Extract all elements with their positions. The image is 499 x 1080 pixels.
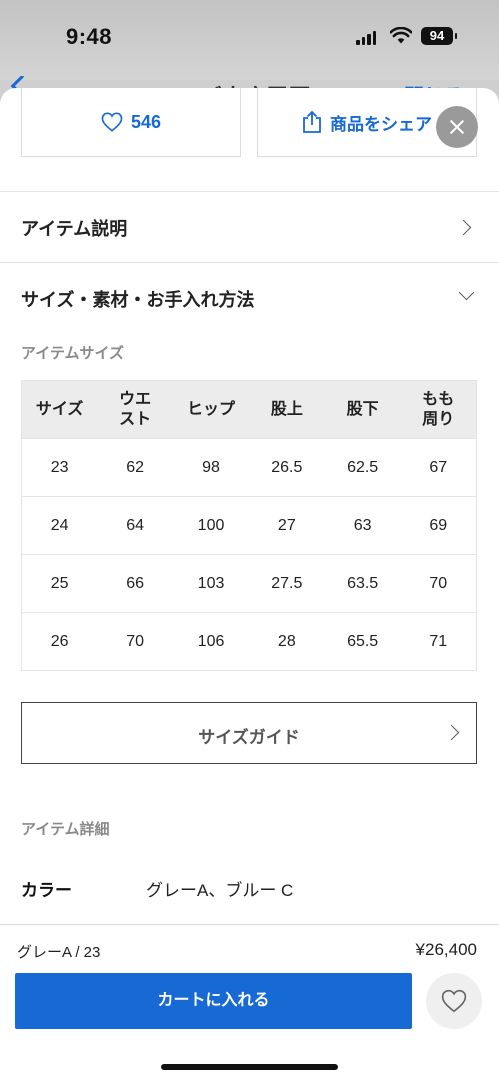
header-waist: ウエスト: [97, 380, 174, 439]
chevron-down-icon: [458, 284, 475, 301]
header-inseam: 股下: [324, 380, 401, 439]
size-guide-label: サイズガイド: [198, 728, 300, 747]
table-cell: 27.5: [248, 554, 325, 613]
add-to-cart-button[interactable]: カートに入れる: [15, 973, 412, 1029]
table-cell: 65.5: [324, 612, 401, 671]
chevron-right-icon: [455, 219, 472, 236]
table-cell: 64: [97, 496, 174, 555]
favorite-button[interactable]: [426, 973, 482, 1029]
table-cell: 23: [21, 438, 98, 497]
price: ¥26,400: [415, 940, 477, 959]
table-cell: 24: [21, 496, 98, 555]
table-cell: 62: [97, 438, 174, 497]
table-cell: 70: [400, 554, 477, 613]
status-time: 9:48: [66, 24, 113, 49]
size-guide-button[interactable]: サイズガイド: [21, 702, 477, 764]
table-row: 24 64 100 27 63 69: [21, 496, 477, 555]
header-rise: 股上: [248, 380, 325, 439]
selected-variant: グレーA / 23: [17, 944, 101, 961]
table-row: 23 62 98 26.5 62.5 67: [21, 438, 477, 497]
size-table: サイズ ウエスト ヒップ 股上 股下 もも周り 23 62 98 26.5 62…: [21, 380, 477, 671]
item-details-heading: アイテム詳細: [21, 821, 110, 838]
table-cell: 26: [21, 612, 98, 671]
item-description-row[interactable]: アイテム説明: [0, 192, 499, 262]
header-hip: ヒップ: [173, 380, 249, 439]
table-cell: 98: [173, 438, 249, 497]
color-label: カラー: [21, 881, 72, 900]
size-material-care-row[interactable]: サイズ・素材・お手入れ方法: [0, 263, 499, 333]
home-indicator: [161, 1064, 338, 1070]
table-cell: 69: [400, 496, 477, 555]
table-cell: 106: [173, 612, 249, 671]
color-value: グレーA、ブルー C: [146, 881, 294, 900]
table-row: 26 70 106 28 65.5 71: [21, 612, 477, 671]
share-icon: [303, 110, 321, 133]
heart-icon: [101, 112, 123, 132]
table-cell: 67: [400, 438, 477, 497]
item-description-label: アイテム説明: [21, 219, 128, 239]
close-button[interactable]: [436, 106, 478, 148]
status-bar: 9:48 94: [0, 0, 499, 80]
wifi-icon: [390, 27, 412, 44]
size-material-care-label: サイズ・素材・お手入れ方法: [21, 290, 255, 310]
header-size: サイズ: [21, 380, 98, 439]
table-cell: 103: [173, 554, 249, 613]
table-cell: 63: [324, 496, 401, 555]
table-cell: 63.5: [324, 554, 401, 613]
table-cell: 70: [97, 612, 174, 671]
table-cell: 26.5: [248, 438, 325, 497]
table-cell: 27: [248, 496, 325, 555]
share-label: 商品をシェア: [330, 114, 432, 134]
like-count: 546: [130, 111, 162, 132]
heart-icon: [441, 989, 467, 1013]
table-cell: 25: [21, 554, 98, 613]
table-row: 25 66 103 27.5 63.5 70: [21, 554, 477, 613]
header-thigh: もも周り: [400, 380, 477, 439]
table-cell: 28: [248, 612, 325, 671]
battery-icon: 94: [421, 27, 457, 45]
size-table-header-row: サイズ ウエスト ヒップ 股上 股下 もも周り: [21, 380, 477, 439]
table-cell: 66: [97, 554, 174, 613]
table-cell: 100: [173, 496, 249, 555]
table-cell: 71: [400, 612, 477, 671]
cellular-signal-icon: [356, 30, 376, 45]
table-cell: 62.5: [324, 438, 401, 497]
item-size-heading: アイテムサイズ: [21, 345, 125, 362]
purchase-bar: グレーA / 23 ¥26,400 カートに入れる: [0, 924, 499, 1080]
like-button[interactable]: 546: [21, 88, 241, 157]
